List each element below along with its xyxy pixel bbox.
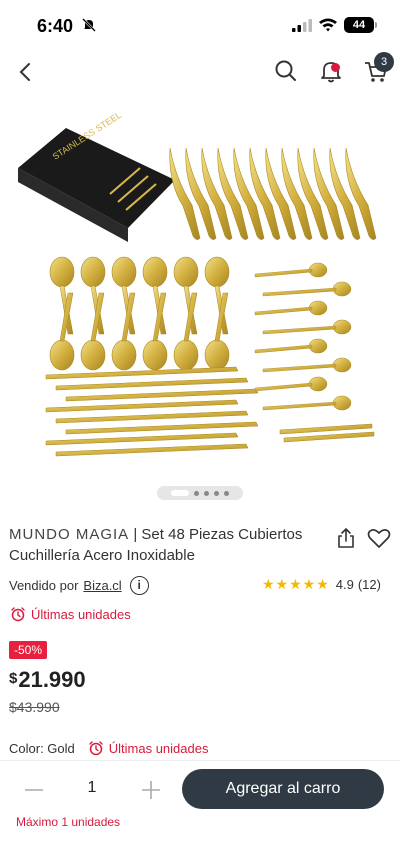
share-icon[interactable] <box>336 527 356 549</box>
fork-shape <box>45 432 239 446</box>
product-image[interactable]: STAINLESS STEEL <box>0 110 400 480</box>
price-value: 21.990 <box>18 667 86 692</box>
title-separator: | <box>133 526 138 543</box>
spoons-grid <box>49 256 230 371</box>
forks-group <box>45 366 259 457</box>
status-time: 6:40 <box>37 16 74 36</box>
variant-stock-warning: Últimas unidades <box>88 740 209 756</box>
quantity-increase-button[interactable] <box>137 778 165 802</box>
seller-label: Vendido por <box>9 578 79 593</box>
product-title: MUNDO MAGIA | Set 48 Piezas Cubiertos Cu… <box>9 524 309 566</box>
info-icon[interactable]: i <box>129 576 149 595</box>
back-arrow-icon[interactable] <box>12 58 40 86</box>
rating-summary[interactable]: ★★★★★ 4.9 (12) <box>262 576 381 593</box>
teaspoon-handle <box>254 382 313 392</box>
divider <box>0 760 400 761</box>
rating-count: (12) <box>357 577 381 592</box>
fork-shape <box>279 423 373 435</box>
alarm-clock-icon <box>89 741 103 756</box>
search-icon[interactable] <box>273 58 299 84</box>
spoon-shape <box>49 256 75 288</box>
spoon-shape <box>111 339 137 371</box>
product-box: STAINLESS STEEL <box>18 110 175 242</box>
teaspoons-group <box>254 262 375 443</box>
wifi-icon <box>319 18 337 32</box>
variant-stock-label: Últimas unidades <box>108 740 209 756</box>
spoon-shape <box>204 256 230 288</box>
knives-row-top <box>169 147 377 240</box>
alarm-clock-icon <box>11 607 25 622</box>
teaspoon-handle <box>262 287 337 297</box>
rating-score: 4.9 <box>335 577 354 592</box>
notification-bell-icon[interactable] <box>318 58 344 84</box>
teaspoon-handle <box>254 306 313 316</box>
spoon-shape <box>173 339 199 371</box>
carousel-dot[interactable] <box>204 490 209 496</box>
fork-shape <box>55 443 249 457</box>
fork-shape <box>55 410 249 424</box>
bell-off-icon <box>82 18 96 32</box>
seller-link[interactable]: Biza.cl <box>83 578 121 593</box>
spoon-shape <box>80 339 106 371</box>
spoon-shape <box>173 256 199 288</box>
stock-warning: Últimas unidades <box>10 606 131 622</box>
teaspoon-handle <box>262 325 337 335</box>
spoon-shape <box>142 339 168 371</box>
fork-shape <box>55 377 249 391</box>
spoon-shape <box>80 256 106 288</box>
current-price: $21.990 <box>9 667 86 693</box>
signal-icon <box>292 19 312 32</box>
fork-shape <box>65 421 259 435</box>
teaspoon-handle <box>262 401 337 411</box>
notification-dot <box>331 63 340 72</box>
variant-row: Color: Gold Últimas unidades <box>9 740 208 756</box>
discount-badge: -50% <box>9 641 48 659</box>
fork-shape <box>45 366 239 380</box>
spoon-shape <box>111 256 137 288</box>
app-header: 3 <box>0 50 400 94</box>
add-to-cart-button[interactable]: Agregar al carro <box>182 769 384 809</box>
quantity-value: 1 <box>87 779 97 796</box>
old-price: $43.990 <box>9 699 60 715</box>
teaspoon-handle <box>254 344 313 354</box>
carousel-dot[interactable] <box>171 490 189 496</box>
quantity-decrease-button[interactable] <box>20 778 48 802</box>
fork-shape <box>65 388 259 402</box>
spoon-shape <box>142 256 168 288</box>
cart-count-badge: 3 <box>374 52 394 72</box>
status-bar: 6:40 44 <box>0 0 400 50</box>
fork-shape <box>283 431 375 443</box>
stock-warning-label: Últimas unidades <box>31 606 131 622</box>
image-carousel-dots[interactable] <box>157 486 243 500</box>
teaspoon-handle <box>254 268 313 278</box>
spoon-shape <box>49 339 75 371</box>
rating-stars: ★★★★★ <box>262 576 330 592</box>
max-quantity-note: Máximo 1 unidades <box>16 815 121 829</box>
fork-shape <box>45 399 239 413</box>
battery-icon: 44 <box>344 17 377 33</box>
heart-icon[interactable] <box>367 527 391 549</box>
spoon-shape <box>204 339 230 371</box>
teaspoon-handle <box>262 363 337 373</box>
price-currency: $ <box>9 670 18 687</box>
seller-row: Vendido por Biza.cl i <box>9 576 149 595</box>
product-brand[interactable]: MUNDO MAGIA <box>9 526 129 543</box>
carousel-dot[interactable] <box>214 490 219 496</box>
carousel-dot[interactable] <box>224 490 229 496</box>
carousel-dot[interactable] <box>194 490 199 496</box>
color-label: Color: Gold <box>9 740 75 756</box>
